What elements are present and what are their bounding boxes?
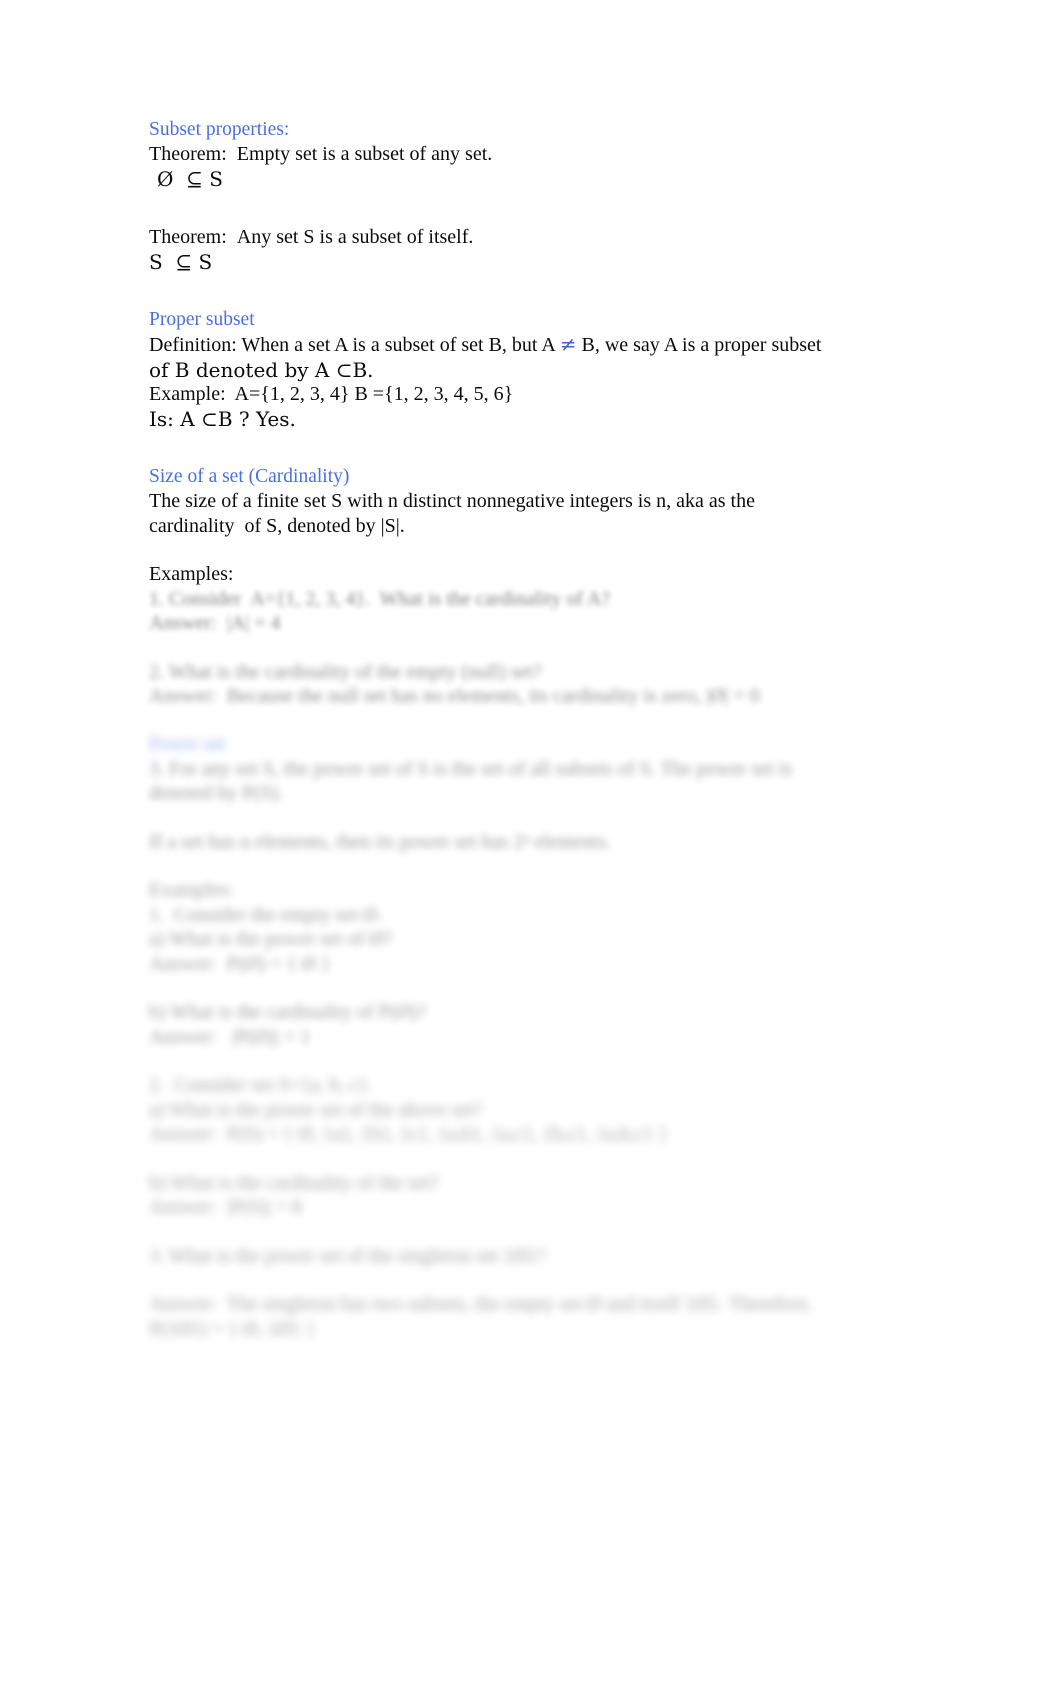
theorem-1-formula: Ø ⊆ S <box>157 166 223 191</box>
cardinality-line-2: cardinality of S, denoted by |S|. <box>149 514 405 537</box>
redacted-line: b) What is the cardinality of P(Ø)? <box>149 1001 427 1023</box>
heading-cardinality: Size of a set (Cardinality) <box>149 466 350 487</box>
proper-subset-definition: Definition: When a set A is a subset of … <box>149 332 849 358</box>
heading-proper-subset: Proper subset <box>149 309 255 330</box>
theorem-2: Theorem: Any set S is a subset of itself… <box>149 225 849 250</box>
proper-subset-example: Example: A={1, 2, 3, 4} B ={1, 2, 3, 4, … <box>149 383 514 405</box>
theorem-2-text: Any set S is a subset of itself. <box>236 226 474 248</box>
theorem-2-formula: S ⊆ S <box>149 249 213 274</box>
not-equal-icon: ≠ <box>559 332 577 356</box>
theorem-1-label: Theorem: <box>149 143 227 165</box>
proper-subset-question: Is: A ⊂B ? Yes. <box>149 406 296 431</box>
proper-subset-definition-line-2: of B denoted by A ⊂B. <box>149 357 374 382</box>
redacted-line: a) What is the power set of Ø? <box>149 928 393 950</box>
redacted-line: Examples: <box>149 879 234 901</box>
theorem-1-text: Empty set is a subset of any set. <box>236 143 493 165</box>
redacted-line: If a set has n elements, then its power … <box>149 830 611 853</box>
redacted-line: P({Ø}) = { Ø, {Ø} } <box>149 1317 316 1340</box>
heading-subset-properties: Subset properties: <box>149 119 290 140</box>
redacted-line: Answer: P(Ø) = { Ø } <box>149 952 331 975</box>
redacted-line: 1. Consider the empty set Ø. <box>149 903 383 926</box>
theorem-2-label: Theorem: <box>149 226 227 248</box>
definition-text-part-1: Definition: When a set A is a subset of … <box>149 334 560 356</box>
theorem-1: Theorem: Empty set is a subset of any se… <box>149 142 849 167</box>
redacted-line: 2. Consider set S={a, b, c}. <box>149 1074 373 1096</box>
document-body: Subset properties: Theorem: Empty set is… <box>149 118 849 1341</box>
redacted-region: 1. Consider A={1, 2, 3, 4}. What is the … <box>149 587 849 1342</box>
redacted-line: Answer: |P(Ø)| = 1 <box>149 1025 310 1048</box>
redacted-line: Answer: |A| = 4 <box>149 612 281 634</box>
document-page: Subset properties: Theorem: Empty set is… <box>0 0 1062 1689</box>
redacted-line: Answer: |P(S)| = 8 <box>149 1196 302 1218</box>
redacted-line: Answer: P(S) = { Ø, {a}, {b}, {c}, {a,b}… <box>149 1123 668 1145</box>
definition-text-part-2: B, we say A is a proper subset <box>576 334 822 356</box>
redacted-heading-power-set: Power set <box>149 733 226 755</box>
examples-label: Examples: <box>149 563 234 585</box>
redacted-line: 3. For any set S, the power set of S is … <box>149 757 797 805</box>
redacted-line: 1. Consider A={1, 2, 3, 4}. What is the … <box>149 587 611 610</box>
redacted-line: b) What is the cardinality of the set? <box>149 1171 440 1194</box>
cardinality-line-1: The size of a finite set S with n distin… <box>149 490 755 512</box>
redacted-line: 2. What is the cardinality of the empty … <box>149 660 542 683</box>
redacted-line: Answer: Because the null set has no elem… <box>149 685 760 707</box>
redacted-line: Answer: The singleton has two subsets, t… <box>149 1293 813 1315</box>
redacted-line: 3. What is the power set of the singleto… <box>149 1244 547 1267</box>
redacted-line: a) What is the power set of the above se… <box>149 1098 483 1121</box>
